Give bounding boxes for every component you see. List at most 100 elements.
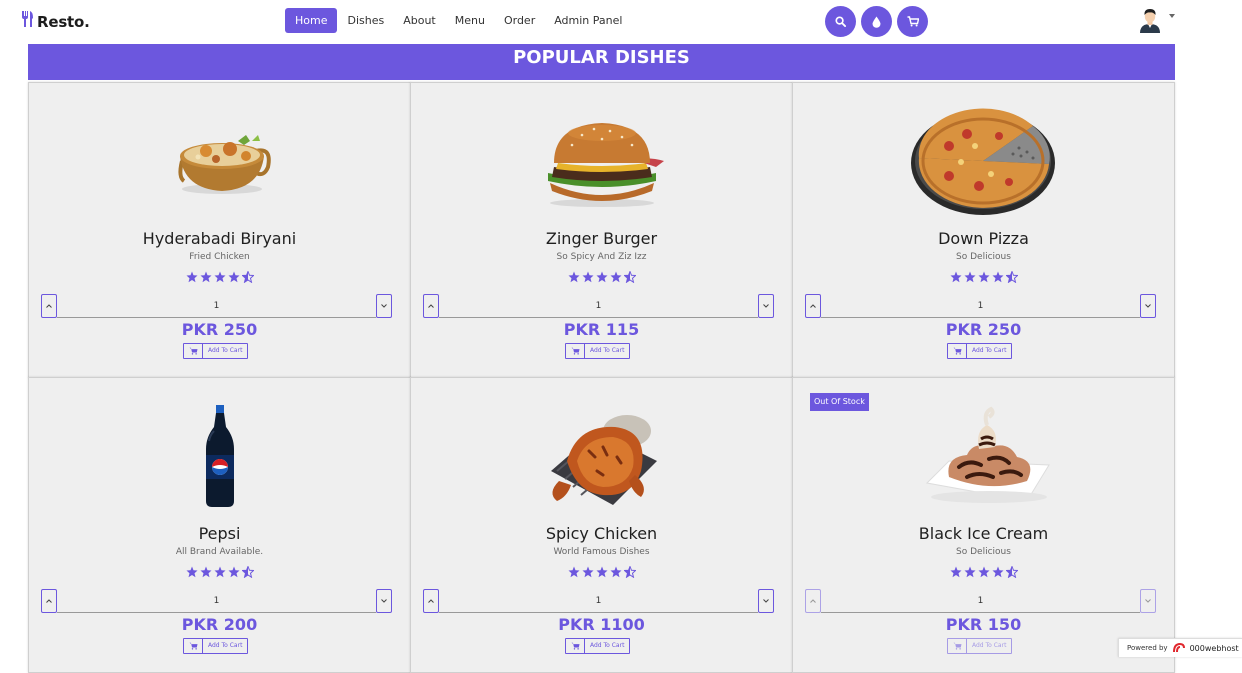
- dish-image-biryani: [29, 101, 410, 221]
- quantity-input[interactable]: [439, 294, 758, 318]
- quantity-input[interactable]: [57, 294, 376, 318]
- star-icon: [978, 566, 989, 578]
- user-avatar-icon[interactable]: [1139, 7, 1161, 33]
- add-to-cart-button[interactable]: Add To Cart: [947, 638, 1013, 654]
- quantity-input[interactable]: [57, 589, 376, 613]
- brand-name: Resto.: [37, 12, 90, 31]
- star-half-icon: [241, 566, 254, 578]
- quantity-increase-button[interactable]: [423, 294, 439, 318]
- star-half-icon: [241, 271, 254, 283]
- quantity-decrease-button[interactable]: [1140, 589, 1156, 613]
- dish-description: So Delicious: [956, 547, 1011, 557]
- add-to-cart-button[interactable]: Add To Cart: [183, 638, 249, 654]
- chevron-down-icon: [763, 304, 769, 308]
- add-to-cart-button[interactable]: Add To Cart: [565, 638, 631, 654]
- hosting-badge[interactable]: Powered by 000webhost: [1118, 638, 1242, 657]
- add-to-cart-button[interactable]: Add To Cart: [565, 343, 631, 359]
- chevron-down-icon: [381, 304, 387, 308]
- add-to-cart-label: Add To Cart: [208, 347, 243, 354]
- chevron-up-icon: [46, 599, 52, 603]
- quantity-decrease-button[interactable]: [376, 294, 392, 318]
- dish-name: Hyderabadi Biryani: [142, 229, 297, 248]
- nav-home[interactable]: Home: [285, 8, 338, 33]
- dish-price: PKR 1100: [558, 615, 645, 634]
- section-title: POPULAR DISHES: [513, 47, 690, 68]
- dish-description: So Delicious: [956, 252, 1011, 262]
- quantity-input[interactable]: [821, 294, 1140, 318]
- quantity-decrease-button[interactable]: [376, 589, 392, 613]
- dish-name: Down Pizza: [938, 229, 1029, 248]
- quantity-increase-button[interactable]: [805, 294, 821, 318]
- dish-rating: [411, 271, 792, 283]
- section-banner: POPULAR DISHES: [28, 44, 1175, 80]
- star-icon: [610, 271, 621, 283]
- dish-description: Fried Chicken: [189, 252, 250, 262]
- quantity-input[interactable]: [439, 589, 758, 613]
- add-to-cart-button[interactable]: Add To Cart: [183, 343, 249, 359]
- add-to-cart-label: Add To Cart: [972, 642, 1007, 649]
- fork-knife-icon: [21, 10, 35, 33]
- quantity-decrease-button[interactable]: [758, 294, 774, 318]
- nav-admin-panel[interactable]: Admin Panel: [545, 8, 631, 33]
- quantity-increase-button[interactable]: [41, 294, 57, 318]
- dish-name: Pepsi: [198, 524, 241, 543]
- chevron-down-icon: [763, 599, 769, 603]
- search-button[interactable]: [825, 6, 856, 37]
- quantity-stepper: [423, 589, 774, 613]
- quantity-decrease-button[interactable]: [758, 589, 774, 613]
- dish-name: Zinger Burger: [545, 229, 658, 248]
- dish-card: Spicy Chicken World Famous Dishes PKR 11…: [410, 377, 793, 673]
- star-half-icon: [1005, 566, 1018, 578]
- cart-button[interactable]: [897, 6, 928, 37]
- quantity-decrease-button[interactable]: [1140, 294, 1156, 318]
- dish-name: Spicy Chicken: [545, 524, 658, 543]
- brand-logo[interactable]: Resto.: [21, 10, 90, 33]
- main-nav: Home Dishes About Menu Order Admin Panel: [285, 8, 632, 33]
- chevron-down-icon: [1145, 304, 1151, 308]
- quantity-increase-button[interactable]: [41, 589, 57, 613]
- dish-price: PKR 250: [945, 320, 1022, 339]
- dish-description: So Spicy And Ziz Izz: [556, 252, 647, 262]
- star-icon: [200, 566, 211, 578]
- cart-icon: [189, 347, 197, 355]
- chevron-up-icon: [428, 304, 434, 308]
- quantity-stepper: [423, 294, 774, 318]
- nav-order[interactable]: Order: [495, 8, 544, 33]
- dish-price: PKR 250: [181, 320, 258, 339]
- add-to-cart-button[interactable]: Add To Cart: [947, 343, 1013, 359]
- dish-image-pepsi-bottle: [29, 396, 410, 516]
- nav-icon-group: [825, 6, 928, 37]
- chevron-up-icon: [46, 304, 52, 308]
- cart-icon: [953, 642, 961, 650]
- dish-rating: [411, 566, 792, 578]
- quantity-increase-button[interactable]: [423, 589, 439, 613]
- theme-toggle-button[interactable]: [861, 6, 892, 37]
- user-menu-caret-icon[interactable]: [1169, 14, 1175, 18]
- star-icon: [596, 271, 607, 283]
- chevron-up-icon: [810, 599, 816, 603]
- quantity-increase-button[interactable]: [805, 589, 821, 613]
- dish-image-ice-cream: [793, 396, 1174, 516]
- dish-name: Black Ice Cream: [918, 524, 1049, 543]
- dish-price: PKR 150: [945, 615, 1022, 634]
- nav-about[interactable]: About: [394, 8, 445, 33]
- chevron-down-icon: [381, 599, 387, 603]
- nav-menu[interactable]: Menu: [446, 8, 494, 33]
- star-icon: [228, 271, 239, 283]
- star-half-icon: [1005, 271, 1018, 283]
- dish-description: All Brand Available.: [175, 547, 264, 557]
- quantity-stepper: [41, 589, 392, 613]
- dish-card: Zinger Burger So Spicy And Ziz Izz PKR 1…: [410, 82, 793, 378]
- star-icon: [992, 566, 1003, 578]
- star-icon: [582, 271, 593, 283]
- dish-image-pizza: [793, 101, 1174, 221]
- quantity-input[interactable]: [821, 589, 1140, 613]
- add-to-cart-label: Add To Cart: [590, 347, 625, 354]
- star-icon: [978, 271, 989, 283]
- nav-dishes[interactable]: Dishes: [338, 8, 393, 33]
- star-icon: [610, 566, 621, 578]
- hosting-badge-label: Powered by: [1127, 644, 1168, 652]
- navbar: Resto. Home Dishes About Menu Order Admi…: [0, 0, 1242, 42]
- dish-price: PKR 200: [181, 615, 258, 634]
- dish-price: PKR 115: [563, 320, 640, 339]
